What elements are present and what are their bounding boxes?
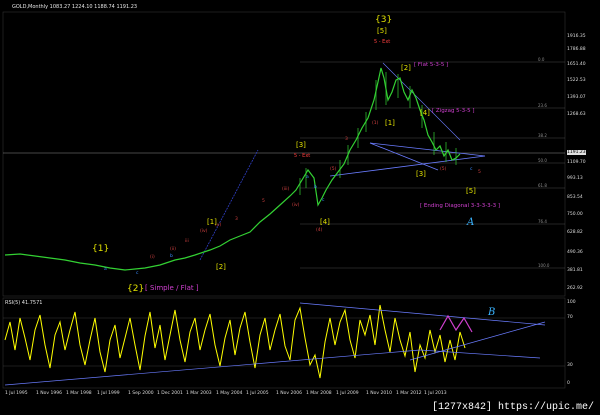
svg-text:(i): (i) (150, 254, 155, 260)
svg-text:(5): (5) (440, 166, 447, 172)
svg-text:76.4: 76.4 (538, 219, 547, 224)
label-wave3-ext: 5 - Ext (374, 39, 390, 45)
label-flat: [ Flat 5-3-5 ] (414, 62, 448, 68)
svg-text:38.2: 38.2 (538, 133, 547, 138)
rsi-series (4, 304, 466, 379)
label-wave2: [2] (401, 64, 411, 72)
minor-wave-labels-blue: acb abc c (104, 167, 473, 276)
label-wave3-sub: [5] (377, 27, 387, 35)
svg-text:b: b (170, 253, 173, 259)
svg-text:a: a (306, 175, 309, 180)
fib-level-labels: 0.0 23.6 38.2 50.0 61.8 76.4 100.0 (538, 57, 550, 268)
svg-text:(ii): (ii) (170, 246, 176, 252)
label-wave2-big: {2} (127, 284, 144, 294)
rsi-panel-frame (2, 297, 566, 389)
svg-text:5: 5 (262, 198, 265, 204)
svg-text:23.6: 23.6 (538, 103, 547, 108)
chart-window: GOLD,Monthly 1083.27 1224.10 1188.74 119… (0, 0, 600, 415)
svg-text:c: c (322, 198, 325, 203)
watermark: [1277x842] https://upic.me/ (429, 402, 596, 413)
label-a: A (466, 217, 474, 228)
current-price-tag: 1191.23 (567, 150, 586, 155)
label-ending-diagonal: [ Ending Diagonal 3-3-3-3-3 ] (420, 203, 500, 209)
label-wave5: [5] (466, 187, 476, 195)
svg-text:iii: iii (185, 238, 189, 244)
svg-text:c: c (470, 167, 473, 172)
svg-text:3: 3 (235, 216, 238, 222)
trend-line-left (199, 149, 259, 261)
main-panel-frame (2, 11, 566, 297)
svg-text:(4): (4) (316, 227, 323, 233)
label-bracket1: [1] (207, 218, 217, 226)
label-wave1-low: [1] (385, 119, 395, 127)
label-simple-flat: [ Simple / Flat ] (145, 284, 199, 292)
rsi-pattern-magenta (439, 314, 473, 333)
label-bracket2: [2] (216, 263, 226, 271)
svg-text:(5): (5) (330, 166, 337, 172)
rsi-trend-upper (299, 302, 546, 326)
chart-canvas[interactable]: (i)(ii)iii (iv)(v)3 5(iii)(iv) (4)(5)3 (… (0, 0, 600, 415)
svg-text:3: 3 (345, 136, 348, 142)
svg-text:61.8: 61.8 (538, 183, 547, 188)
svg-text:(iii): (iii) (282, 186, 290, 192)
rsi-trend-base-2 (419, 349, 541, 359)
label-wave3-low: [3] (416, 170, 426, 178)
svg-text:c: c (136, 271, 139, 276)
channel-line (382, 62, 461, 141)
svg-text:100.0: 100.0 (538, 263, 550, 268)
label-b: B (487, 307, 495, 318)
svg-text:a: a (104, 267, 107, 272)
svg-text:(iv): (iv) (200, 228, 208, 234)
svg-text:(iv): (iv) (292, 202, 300, 208)
label-bracket3-ext: 5 - Ext (294, 153, 310, 159)
price-series (4, 67, 461, 271)
label-wave4-upper: [4] (420, 109, 430, 117)
svg-text:(1): (1) (372, 120, 379, 126)
label-zigzag: [ Zigzag 5-3-5 ] (432, 108, 475, 114)
label-wave3-top: {3} (375, 15, 392, 25)
label-bracket3-left: [3] (296, 141, 306, 149)
svg-text:5: 5 (478, 169, 481, 175)
svg-text:0.0: 0.0 (538, 57, 545, 62)
svg-text:50.0: 50.0 (538, 158, 547, 163)
triangle-lower-line (329, 155, 486, 177)
svg-text:b: b (314, 184, 317, 190)
price-bars (299, 72, 457, 195)
label-wave1-big: {1} (92, 244, 109, 254)
rsi-trend-lower (409, 321, 546, 361)
rsi-trend-base (4, 349, 421, 386)
label-bracket4: [4] (320, 218, 330, 226)
